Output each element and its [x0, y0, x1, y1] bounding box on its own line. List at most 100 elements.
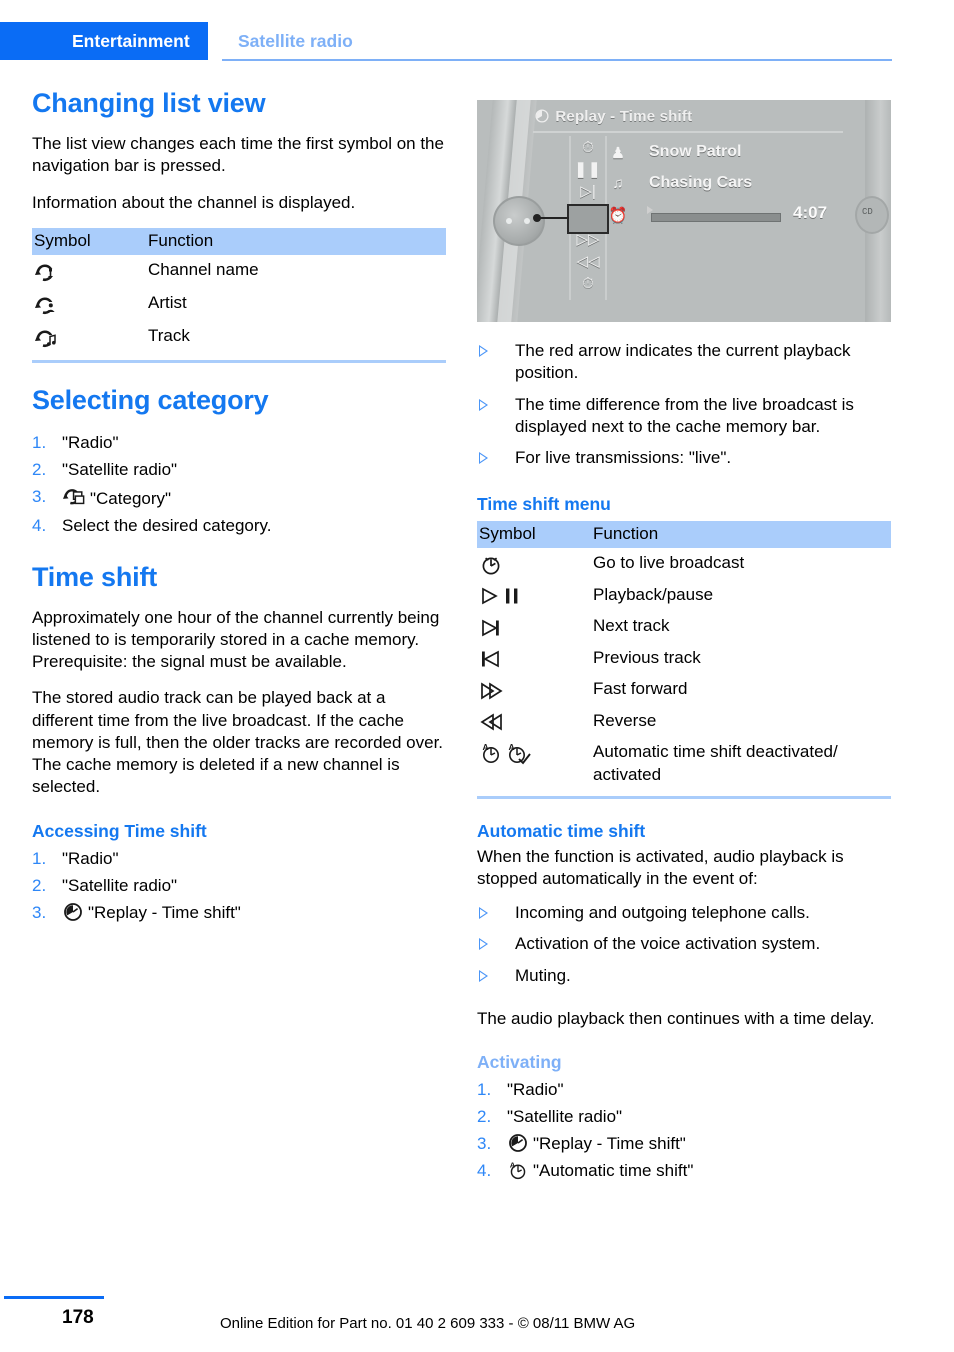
- paragraph-stored-track: The stored audio track can be played bac…: [32, 688, 444, 797]
- automatic-bullet-list: Incoming and outgoing telephone calls. A…: [477, 902, 891, 996]
- column-header-function: Function: [593, 521, 891, 549]
- step-number: 3.: [32, 902, 47, 922]
- step-number: 4.: [32, 515, 47, 535]
- idrive-title: Replay - Time shift: [533, 108, 692, 126]
- previous-track-icon: [479, 648, 507, 670]
- pause-icon[interactable]: ❚❚: [571, 160, 605, 180]
- time-shift-menu-table: Symbol Function Go to live broadcast Pla…: [477, 521, 891, 789]
- page-number: 178: [62, 1307, 94, 1328]
- fast-forward-icon: [479, 680, 509, 702]
- step-text: "Satellite radio": [62, 875, 178, 895]
- live-broadcast-icon[interactable]: ⏱: [571, 138, 605, 158]
- paragraph-automatic-outro: The audio playback then continues with a…: [477, 1008, 875, 1028]
- list-item: 3. "Replay - Time shift": [32, 900, 446, 927]
- cell-function: Previous track: [593, 647, 701, 667]
- idrive-time-label: 4:07: [793, 203, 828, 222]
- bullet-text: Muting.: [515, 965, 571, 985]
- table-header-row: Symbol Function: [477, 521, 891, 549]
- bullet-text: For live transmissions: "live".: [515, 448, 732, 468]
- idrive-cache-row: ⏰ 4:07: [607, 202, 855, 233]
- reverse-icon[interactable]: ◁◁: [571, 252, 605, 272]
- list-item: 1. "Radio": [477, 1077, 891, 1104]
- heading-time-shift-menu: Time shift menu: [477, 494, 611, 515]
- step-text: "Replay - Time shift": [533, 1134, 686, 1154]
- cell-symbol: [32, 288, 148, 321]
- bullet-text: The time difference from the live broadc…: [515, 394, 854, 436]
- automatic-time-shift-icon[interactable]: ⏱: [571, 274, 605, 294]
- step-number: 4.: [477, 1161, 492, 1181]
- cell-symbol: [32, 321, 148, 354]
- header-divider: [222, 59, 892, 61]
- step-number: 2.: [477, 1107, 492, 1127]
- cell-symbol: [477, 643, 593, 675]
- idrive-info-rows: ♟ Snow Patrol ♫ Chasing Cars ⏰ 4:07: [607, 140, 855, 233]
- list-item: 4. A "Automatic time shift": [477, 1158, 891, 1185]
- cell-symbol: [477, 580, 593, 612]
- table-row: Previous track: [477, 643, 891, 675]
- list-item: Incoming and outgoing telephone calls.: [477, 902, 891, 933]
- list-item: Muting.: [477, 965, 891, 996]
- idrive-title-divider: [533, 131, 843, 133]
- cd-icon: CD: [855, 196, 889, 234]
- cell-function: Artist: [148, 292, 187, 312]
- step-text: "Automatic time shift": [533, 1161, 694, 1181]
- knob-dot-left: [506, 218, 512, 224]
- step-text: "Radio": [507, 1080, 564, 1100]
- idrive-screenshot: Replay - Time shift ⏱ ❚❚ ▷| |◁ ▷▷ ◁◁ ⏱ ♟…: [477, 100, 891, 322]
- cell-function: Track: [148, 325, 190, 345]
- selecting-category-steps: 1. "Radio" 2. "Satellite radio" 3. "Cate…: [32, 430, 446, 540]
- list-item: 1. "Radio": [32, 846, 446, 873]
- step-number: 3.: [32, 486, 47, 506]
- tab-satellite-radio[interactable]: Satellite radio: [238, 22, 353, 60]
- step-text: "Replay - Time shift": [88, 902, 241, 922]
- idrive-title-text: Replay - Time shift: [555, 108, 693, 125]
- step-number: 2.: [32, 459, 47, 479]
- heading-time-shift: Time shift: [32, 561, 158, 592]
- list-item: 4. Select the desired category.: [32, 513, 446, 540]
- cell-symbol: [477, 706, 593, 738]
- paragraph-automatic-intro: When the function is activated, audio pl…: [477, 846, 844, 888]
- cell-symbol: [477, 548, 593, 580]
- bullet-text: Incoming and outgoing telephone calls.: [515, 903, 810, 923]
- table-row: Playback/pause: [477, 580, 891, 612]
- step-text: "Category": [90, 488, 172, 508]
- activating-steps: 1. "Radio" 2. "Satellite radio" 3. "Repl…: [477, 1077, 891, 1185]
- tab-entertainment[interactable]: Entertainment: [0, 22, 208, 60]
- column-header-symbol: Symbol: [32, 227, 148, 255]
- automatic-time-shift-icon: A: [507, 1160, 529, 1180]
- refresh-category-icon: [62, 486, 86, 508]
- cache-memory-bar-fill: [652, 214, 780, 221]
- triangle-bullet-icon: [479, 907, 488, 920]
- paragraph-list-view-changes: The list view changes each time the firs…: [32, 134, 444, 176]
- table-row: Fast forward: [477, 674, 891, 706]
- cell-symbol: [32, 255, 148, 288]
- artist-icon: ♟: [611, 145, 625, 162]
- heading-changing-list-view: Changing list view: [32, 88, 266, 118]
- list-item: Activation of the voice activation syste…: [477, 933, 891, 964]
- table-row: Channel name: [32, 255, 446, 288]
- play-pause-icon: [479, 585, 531, 607]
- table-row: Artist: [32, 288, 446, 321]
- cache-memory-icon: ⏰: [608, 207, 628, 224]
- list-item: 3. "Category": [32, 484, 446, 513]
- right-column: Replay - Time shift ⏱ ❚❚ ▷| |◁ ▷▷ ◁◁ ⏱ ♟…: [477, 100, 891, 1203]
- triangle-bullet-icon: [479, 969, 488, 982]
- idrive-artist-row: ♟ Snow Patrol: [607, 140, 855, 171]
- table-row: Go to live broadcast: [477, 548, 891, 580]
- paragraph-cache-memory: Approximately one hour of the channel cu…: [32, 607, 440, 672]
- bullet-text: Activation of the voice activation syste…: [515, 934, 821, 954]
- triangle-bullet-icon: [479, 452, 488, 465]
- refresh-artist-icon: [34, 293, 60, 317]
- screenshot-bullet-list: The red arrow indicates the current play…: [477, 340, 891, 478]
- step-number: 1.: [32, 848, 47, 868]
- refresh-note-icon: [34, 326, 60, 350]
- cell-function: Automatic time shift deactivated/ activa…: [593, 742, 838, 784]
- list-item: The red arrow indicates the current play…: [477, 340, 891, 394]
- heading-automatic-time-shift: Automatic time shift: [477, 820, 646, 841]
- idrive-selected-item-highlight: [567, 204, 609, 234]
- table-header-row: Symbol Function: [32, 227, 446, 255]
- music-note-icon: ♫: [612, 175, 624, 192]
- next-track-icon[interactable]: ▷|: [571, 182, 605, 202]
- cache-memory-bar: [651, 213, 781, 222]
- refresh-antenna-icon: [34, 260, 60, 284]
